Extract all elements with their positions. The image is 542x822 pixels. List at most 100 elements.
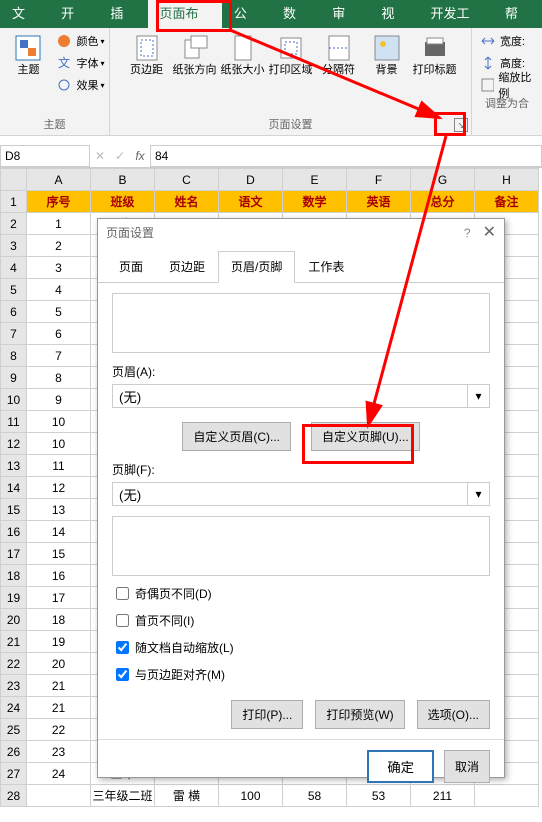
tab-data[interactable]: 数据 <box>271 0 320 28</box>
cell[interactable]: 3 <box>27 257 91 279</box>
close-icon[interactable]: ✕ <box>483 219 496 247</box>
cancel-button[interactable]: 取消 <box>444 750 490 783</box>
table-header-cell[interactable]: 备注 <box>475 191 539 213</box>
row-header[interactable]: 16 <box>1 521 27 543</box>
row-header[interactable]: 22 <box>1 653 27 675</box>
cell[interactable] <box>27 785 91 807</box>
row-header[interactable]: 27 <box>1 763 27 785</box>
cell[interactable]: 18 <box>27 609 91 631</box>
col-header[interactable]: G <box>411 169 475 191</box>
tab-home[interactable]: 开始 <box>49 0 98 28</box>
width-row[interactable]: 宽度: <box>476 30 538 52</box>
orientation-button[interactable]: 纸张方向 <box>171 30 219 81</box>
col-header[interactable]: C <box>155 169 219 191</box>
fx-icon[interactable]: fx <box>130 149 150 163</box>
row-header[interactable]: 15 <box>1 499 27 521</box>
cell[interactable]: 14 <box>27 521 91 543</box>
col-header[interactable]: H <box>475 169 539 191</box>
tab-headerfooter[interactable]: 页眉/页脚 <box>218 251 295 283</box>
row-header[interactable]: 28 <box>1 785 27 807</box>
row-header[interactable]: 1 <box>1 191 27 213</box>
tab-insert[interactable]: 插入 <box>98 0 147 28</box>
cell[interactable]: 24 <box>27 763 91 785</box>
print-preview-button[interactable]: 打印预览(W) <box>315 700 404 729</box>
row-header[interactable]: 20 <box>1 609 27 631</box>
custom-footer-button[interactable]: 自定义页脚(U)... <box>311 422 420 451</box>
table-header-cell[interactable]: 姓名 <box>155 191 219 213</box>
row-header[interactable]: 13 <box>1 455 27 477</box>
page-setup-dialog-launcher[interactable] <box>454 118 468 132</box>
cell[interactable]: 21 <box>27 675 91 697</box>
row-header[interactable]: 12 <box>1 433 27 455</box>
cell[interactable]: 9 <box>27 389 91 411</box>
align-margins-checkbox[interactable] <box>116 668 129 681</box>
row-header[interactable]: 7 <box>1 323 27 345</box>
ok-button[interactable]: 确定 <box>367 750 434 783</box>
cell[interactable]: 4 <box>27 279 91 301</box>
row-header[interactable]: 24 <box>1 697 27 719</box>
cell[interactable]: 1 <box>27 213 91 235</box>
themes-button[interactable]: 主题 <box>4 30 52 81</box>
colors-button[interactable]: 颜色▾ <box>52 30 104 52</box>
tab-sheet[interactable]: 工作表 <box>295 251 357 282</box>
row-header[interactable]: 11 <box>1 411 27 433</box>
row-header[interactable]: 18 <box>1 565 27 587</box>
cell[interactable]: 8 <box>27 367 91 389</box>
zoom-row[interactable]: 缩放比例 <box>476 74 538 96</box>
table-header-cell[interactable]: 序号 <box>27 191 91 213</box>
row-header[interactable]: 6 <box>1 301 27 323</box>
tab-file[interactable]: 文件 <box>0 0 49 28</box>
table-header-cell[interactable]: 英语 <box>347 191 411 213</box>
cell[interactable]: 21 <box>27 697 91 719</box>
cell[interactable]: 10 <box>27 433 91 455</box>
header-combo[interactable] <box>112 384 468 408</box>
tab-formulas[interactable]: 公式 <box>222 0 271 28</box>
cell[interactable]: 10 <box>27 411 91 433</box>
row-header[interactable]: 8 <box>1 345 27 367</box>
footer-dropdown[interactable]: ▾ <box>468 482 490 506</box>
row-header[interactable]: 21 <box>1 631 27 653</box>
cell[interactable]: 7 <box>27 345 91 367</box>
tab-dev[interactable]: 开发工具 <box>419 0 493 28</box>
row-header[interactable]: 9 <box>1 367 27 389</box>
tab-pagelayout[interactable]: 页面布局 <box>148 0 222 28</box>
row-header[interactable]: 3 <box>1 235 27 257</box>
col-header[interactable]: F <box>347 169 411 191</box>
custom-header-button[interactable]: 自定义页眉(C)... <box>182 422 291 451</box>
cell[interactable]: 23 <box>27 741 91 763</box>
name-box[interactable]: D8 <box>0 145 90 167</box>
tab-page[interactable]: 页面 <box>106 251 156 282</box>
footer-combo[interactable] <box>112 482 468 506</box>
diff-oddeven-checkbox[interactable] <box>116 587 129 600</box>
size-button[interactable]: 纸张大小 <box>219 30 267 81</box>
cell[interactable]: 12 <box>27 477 91 499</box>
tab-view[interactable]: 视图 <box>369 0 418 28</box>
tab-margins[interactable]: 页边距 <box>156 251 218 282</box>
col-header[interactable]: A <box>27 169 91 191</box>
diff-first-checkbox[interactable] <box>116 614 129 627</box>
cell[interactable]: 13 <box>27 499 91 521</box>
print-area-button[interactable]: 打印区域 <box>267 30 315 81</box>
cell[interactable]: 5 <box>27 301 91 323</box>
cell[interactable]: 17 <box>27 587 91 609</box>
options-button[interactable]: 选项(O)... <box>417 700 490 729</box>
row-header[interactable]: 26 <box>1 741 27 763</box>
row-header[interactable]: 10 <box>1 389 27 411</box>
formula-input[interactable]: 84 <box>150 145 542 167</box>
table-header-cell[interactable]: 班级 <box>91 191 155 213</box>
print-titles-button[interactable]: 打印标题 <box>411 30 459 81</box>
cell[interactable]: 2 <box>27 235 91 257</box>
row-header[interactable]: 4 <box>1 257 27 279</box>
margins-button[interactable]: 页边距 <box>123 30 171 81</box>
breaks-button[interactable]: 分隔符 <box>315 30 363 81</box>
row-header[interactable]: 14 <box>1 477 27 499</box>
scale-with-doc-checkbox[interactable] <box>116 641 129 654</box>
row-header[interactable]: 23 <box>1 675 27 697</box>
row-header[interactable]: 2 <box>1 213 27 235</box>
tab-review[interactable]: 审阅 <box>320 0 369 28</box>
fonts-button[interactable]: 文字体▾ <box>52 52 104 74</box>
header-dropdown[interactable]: ▾ <box>468 384 490 408</box>
table-header-cell[interactable]: 总分 <box>411 191 475 213</box>
background-button[interactable]: 背景 <box>363 30 411 81</box>
help-icon[interactable]: ? <box>464 219 471 247</box>
